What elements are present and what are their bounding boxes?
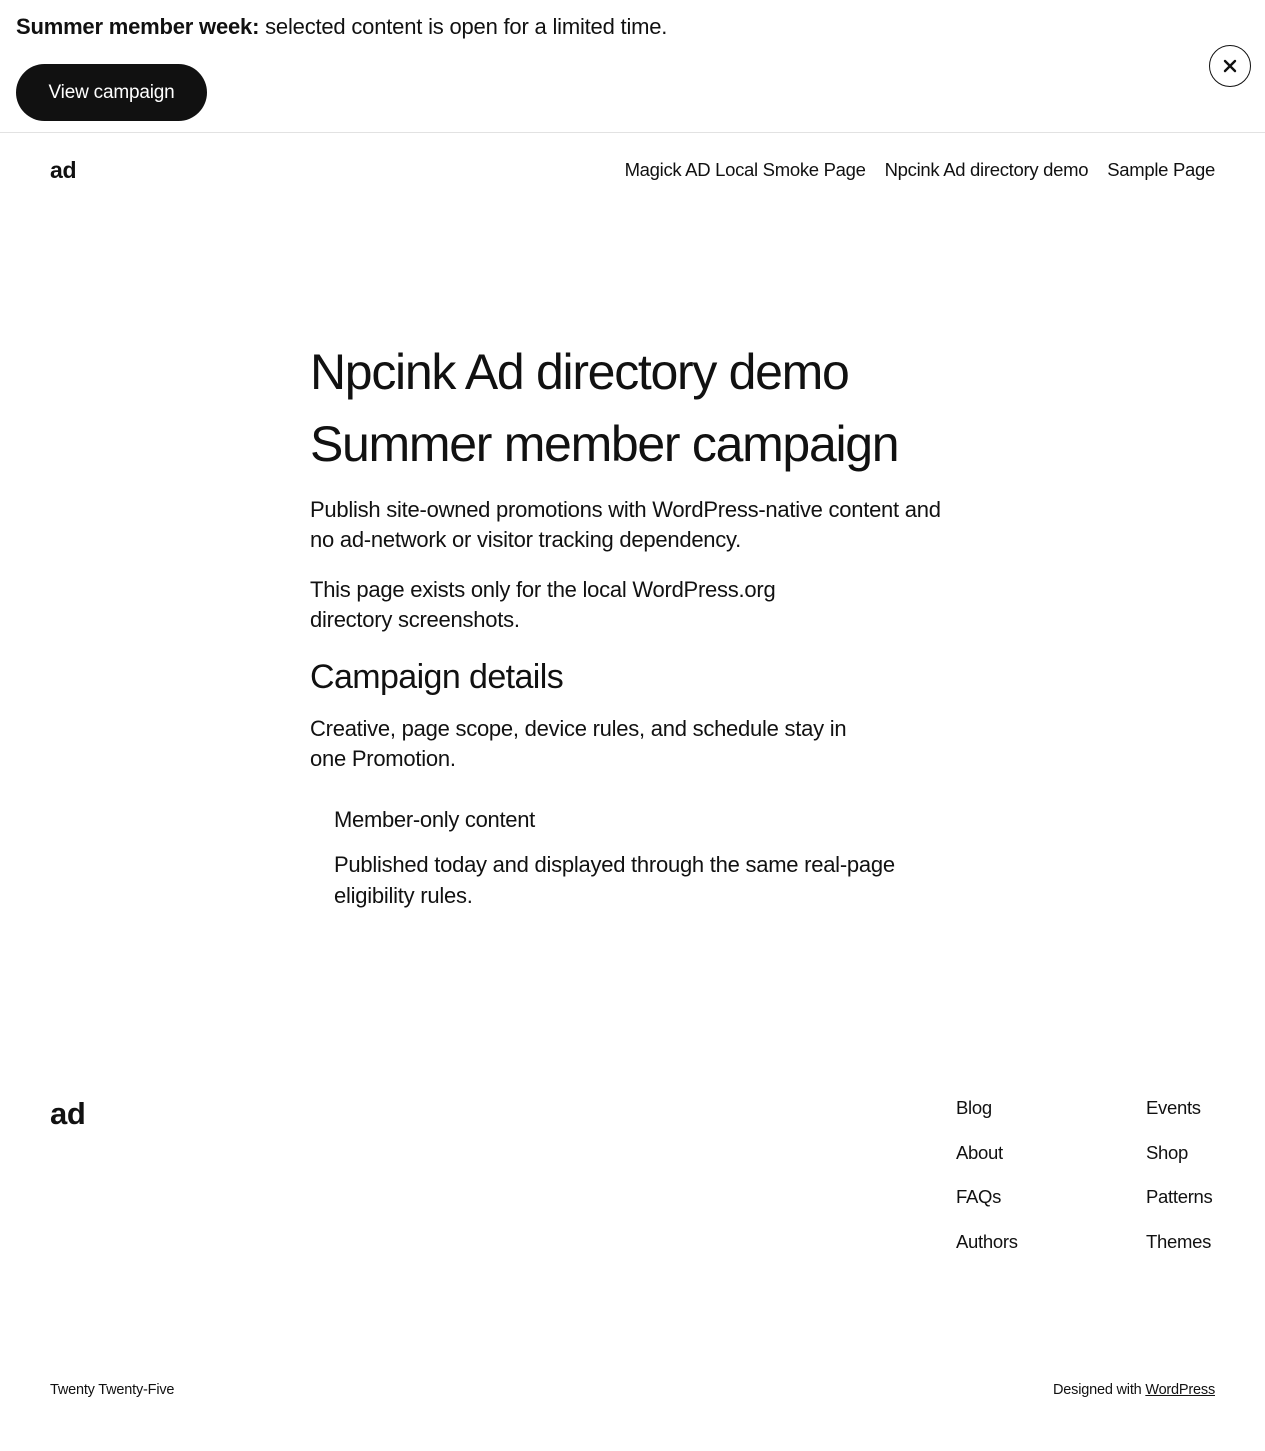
site-title[interactable]: ad (50, 156, 77, 184)
primary-nav: Magick AD Local Smoke Page Npcink Ad dir… (625, 157, 1216, 183)
banner-close-button[interactable] (1209, 45, 1251, 87)
close-icon (1223, 59, 1237, 73)
promo-banner: Summer member week: selected content is … (0, 0, 1265, 133)
nav-item-magick-ad-local-smoke-page[interactable]: Magick AD Local Smoke Page (625, 157, 866, 183)
nav-item-npcink-ad-directory-demo[interactable]: Npcink Ad directory demo (885, 157, 1089, 183)
banner-message-text: selected content is open for a limited t… (259, 14, 668, 39)
footer-link-blog[interactable]: Blog (956, 1093, 1018, 1138)
page-title: Npcink Ad directory demo (310, 344, 850, 400)
intro-paragraph: Publish site-owned promotions with WordP… (310, 497, 941, 552)
main-content: Npcink Ad directory demo Summer member c… (310, 338, 960, 774)
campaign-details-heading: Campaign details (310, 658, 564, 696)
campaign-details-text: Creative, page scope, device rules, and … (310, 716, 847, 771)
footer-link-themes[interactable]: Themes (1146, 1227, 1213, 1272)
footer-link-patterns[interactable]: Patterns (1146, 1182, 1213, 1227)
footer-link-shop[interactable]: Shop (1146, 1138, 1213, 1183)
credit-prefix: Designed with (1053, 1382, 1146, 1398)
footer-nav-column-1: Blog About FAQs Authors (956, 1093, 1018, 1271)
view-campaign-button[interactable]: View campaign (16, 64, 207, 121)
member-content-card: Member-only content Published today and … (334, 804, 934, 911)
theme-name: Twenty Twenty-Five (50, 1382, 175, 1398)
wordpress-link[interactable]: WordPress (1145, 1382, 1215, 1398)
member-card-title: Member-only content (334, 807, 535, 832)
footer-link-events[interactable]: Events (1146, 1093, 1213, 1138)
banner-message: Summer member week: selected content is … (16, 13, 667, 41)
footer-credit: Designed with WordPress (1053, 1380, 1215, 1400)
member-card-body: Published today and displayed through th… (334, 852, 895, 908)
footer-link-faqs[interactable]: FAQs (956, 1182, 1018, 1227)
campaign-title: Summer member campaign (310, 416, 900, 472)
footer-nav-column-2: Events Shop Patterns Themes (1146, 1093, 1213, 1271)
nav-item-sample-page[interactable]: Sample Page (1107, 157, 1215, 183)
footer-link-about[interactable]: About (956, 1138, 1018, 1183)
footer-site-title[interactable]: ad (50, 1094, 86, 1134)
note-paragraph: This page exists only for the local Word… (310, 577, 776, 632)
banner-headline: Summer member week (16, 14, 253, 39)
footer-link-authors[interactable]: Authors (956, 1227, 1018, 1272)
